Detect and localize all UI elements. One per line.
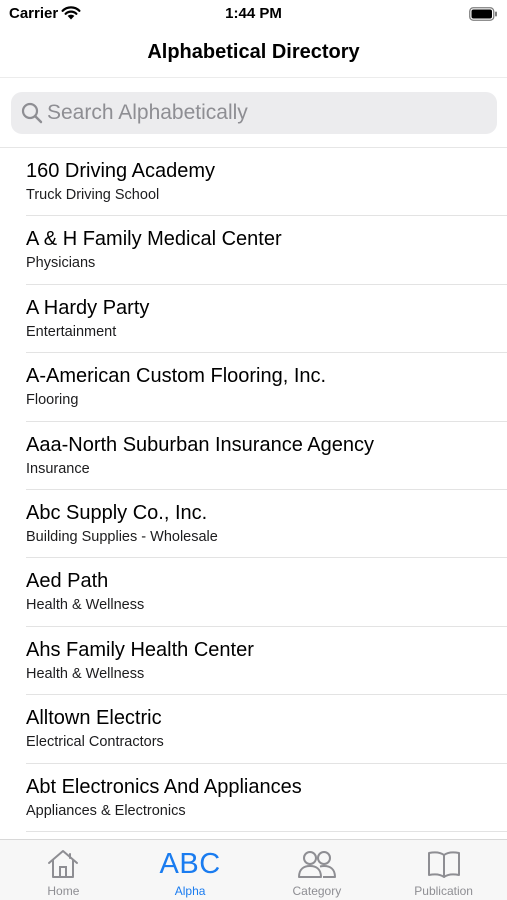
list-item-title: Aaa-North Suburban Insurance Agency	[26, 433, 374, 456]
list-item-subtitle: Truck Driving School	[26, 187, 160, 203]
list-item[interactable]: Aaa-North Suburban Insurance Agency Insu…	[26, 422, 507, 490]
list-item-subtitle: Physicians	[26, 255, 96, 272]
abc-icon: ABC	[127, 847, 254, 881]
abc-icon-glyph: ABC	[159, 848, 221, 880]
tab-category[interactable]: Category	[254, 840, 381, 900]
list-item-title: A-American Custom Flooring, Inc.	[26, 365, 327, 388]
list-item-subtitle: Health & Wellness	[26, 597, 145, 614]
list-item[interactable]: Ahs Family Health Center Health & Wellne…	[26, 627, 507, 696]
list-item-title: A Hardy Party	[26, 296, 150, 319]
list-item[interactable]: A-American Custom Flooring, Inc. Floorin…	[26, 353, 507, 422]
list-item-subtitle: Electrical Contractors	[26, 734, 164, 751]
search-field[interactable]	[11, 92, 497, 134]
list-item-title: Aed Path	[26, 570, 109, 593]
tab-publication-label: Publication	[414, 884, 473, 898]
people-icon	[254, 847, 381, 881]
list-item-subtitle: Building Supplies - Wholesale	[26, 528, 218, 545]
search-icon	[21, 102, 43, 129]
list-item-subtitle: Entertainment	[26, 323, 117, 340]
list-item-subtitle: Health & Wellness	[26, 665, 145, 682]
list-item-subtitle: Flooring	[26, 392, 79, 409]
status-time: 1:44 PM	[225, 5, 282, 22]
page-title: Alphabetical Directory	[147, 41, 360, 63]
tab-category-label: Category	[292, 884, 342, 898]
list-item-title: Abt Electronics And Appliances	[26, 775, 302, 798]
tab-bar: Home ABC Alpha Category Publication	[0, 839, 507, 900]
list-item-title: 160 Driving Academy	[26, 160, 215, 182]
list-item-subtitle: Insurance	[26, 460, 90, 477]
list-item-title: Ahs Family Health Center	[26, 638, 254, 661]
list-item-title: Alltown Electric	[26, 707, 162, 730]
tab-alpha[interactable]: ABC Alpha	[127, 840, 254, 900]
list-item[interactable]: A & H Family Medical Center Physicians	[26, 216, 507, 285]
tab-home[interactable]: Home	[0, 840, 127, 900]
tab-publication[interactable]: Publication	[380, 840, 507, 900]
house-icon	[0, 847, 127, 881]
list-item[interactable]: Aed Path Health & Wellness	[26, 558, 507, 627]
battery-icon	[469, 7, 498, 26]
list-item[interactable]: Abt Electronics And Appliances Appliance…	[26, 764, 507, 832]
tab-home-label: Home	[47, 884, 80, 898]
tab-alpha-label: Alpha	[174, 884, 206, 898]
search-input[interactable]	[47, 92, 487, 134]
status-bar: Carrier 1:44 PM	[0, 0, 507, 28]
book-icon	[380, 847, 507, 881]
list-item[interactable]: Alltown Electric Electrical Contractors	[26, 695, 507, 764]
directory-list: 160 Driving Academy Truck Driving School…	[0, 148, 507, 832]
list-item-title: A & H Family Medical Center	[26, 228, 282, 251]
list-item-subtitle: Appliances & Electronics	[26, 802, 186, 819]
navigation-bar: Alphabetical Directory	[0, 28, 507, 78]
list-item-title: Abc Supply Co., Inc.	[26, 501, 208, 524]
list-item[interactable]: A Hardy Party Entertainment	[26, 285, 507, 354]
search-bar	[0, 78, 507, 148]
list-item[interactable]: Abc Supply Co., Inc. Building Supplies -…	[26, 490, 507, 559]
list-item[interactable]: 160 Driving Academy Truck Driving School	[26, 148, 507, 217]
